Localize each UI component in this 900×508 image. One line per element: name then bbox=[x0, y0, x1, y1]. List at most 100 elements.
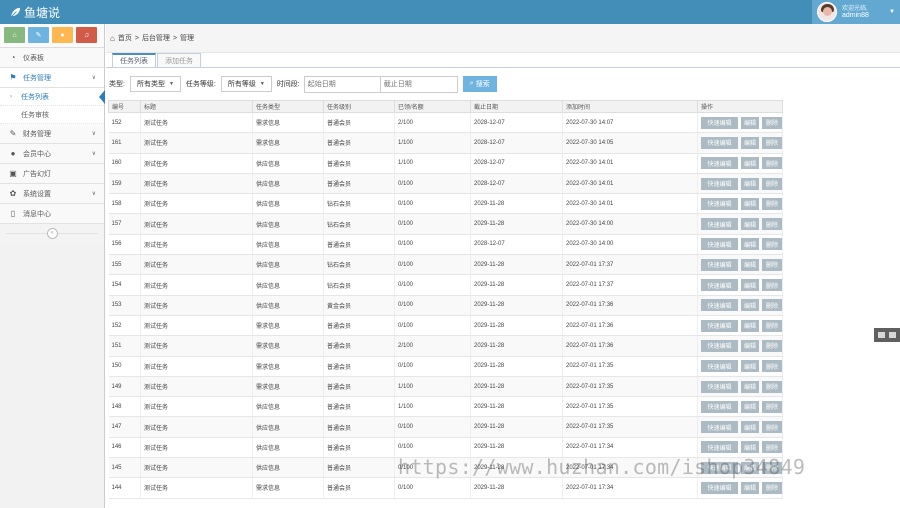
edit-button[interactable]: 编辑 bbox=[741, 400, 759, 413]
level-select[interactable]: 所有等级 ▼ bbox=[220, 76, 272, 92]
edit-button[interactable]: 编辑 bbox=[741, 421, 759, 434]
edit-button[interactable]: 编辑 bbox=[741, 136, 759, 149]
quick-edit-button[interactable]: 快速编辑 bbox=[701, 116, 738, 129]
delete-button[interactable]: 删除 bbox=[762, 360, 782, 373]
quick-edit-button[interactable]: 快速编辑 bbox=[701, 360, 738, 373]
edit-button[interactable]: 编辑 bbox=[741, 258, 759, 271]
delete-button[interactable]: 删除 bbox=[762, 258, 782, 271]
column-header[interactable]: 已领/名额 bbox=[394, 100, 471, 113]
edit-button[interactable]: 编辑 bbox=[741, 299, 759, 312]
user-menu[interactable]: 欢迎光临, admin88 ▼ bbox=[812, 0, 900, 24]
delete-button[interactable]: 删除 bbox=[762, 481, 782, 494]
edit-button[interactable]: 编辑 bbox=[741, 481, 759, 494]
quick-edit-button[interactable]: 快速编辑 bbox=[701, 481, 738, 494]
table-row: 157 测试任务 供应信息 钻石会员 0/100 2029-11-28 2022-07-30… bbox=[108, 213, 783, 235]
table-cell: 供应信息 bbox=[252, 173, 324, 195]
breadcrumb-level1[interactable]: 后台管理 bbox=[142, 33, 170, 43]
edit-button[interactable]: 编辑 bbox=[741, 238, 759, 251]
floating-side-tab[interactable] bbox=[874, 328, 900, 342]
delete-button[interactable]: 删除 bbox=[762, 197, 782, 210]
tab-task-list[interactable]: 任务列表 bbox=[112, 53, 156, 67]
delete-button[interactable]: 删除 bbox=[762, 380, 782, 393]
quick-edit-button[interactable]: 快速编辑 bbox=[701, 197, 738, 210]
bell-shortcut-button[interactable]: ♫ bbox=[76, 27, 97, 43]
table-row: 154 测试任务 供应信息 钻石会员 0/100 2029-11-28 2022-07-01… bbox=[108, 274, 783, 296]
sidebar-item-5[interactable]: ✿ 系统设置 ∨ bbox=[0, 184, 104, 204]
table-cell: 供应信息 bbox=[252, 153, 324, 174]
column-header[interactable]: 操作 bbox=[697, 100, 783, 113]
delete-button[interactable]: 删除 bbox=[762, 218, 782, 231]
quick-edit-button[interactable]: 快速编辑 bbox=[701, 258, 738, 271]
search-button-label: 搜索 bbox=[475, 81, 490, 88]
quick-edit-button[interactable]: 快速编辑 bbox=[701, 238, 738, 251]
delete-button[interactable]: 删除 bbox=[762, 400, 782, 413]
sidebar-collapse[interactable]: « bbox=[0, 224, 104, 242]
edit-button[interactable]: 编辑 bbox=[741, 319, 759, 332]
delete-button[interactable]: 删除 bbox=[762, 177, 782, 190]
sidebar-item-2[interactable]: ✎ 财务管理 ∨ bbox=[0, 124, 104, 144]
edit-button[interactable]: 编辑 bbox=[741, 197, 759, 210]
sidebar-item-3[interactable]: ● 会员中心 ∨ bbox=[0, 144, 104, 164]
edit-button[interactable]: 编辑 bbox=[741, 279, 759, 292]
users-shortcut-button[interactable]: ● bbox=[52, 27, 73, 43]
column-header[interactable]: 编号 bbox=[108, 100, 141, 113]
delete-button[interactable]: 删除 bbox=[762, 279, 782, 292]
sidebar-item-label: 系统设置 bbox=[23, 190, 51, 198]
quick-edit-button[interactable]: 快速编辑 bbox=[701, 339, 738, 352]
avatar bbox=[817, 2, 837, 22]
quick-edit-button[interactable]: 快速编辑 bbox=[701, 177, 738, 190]
tab-add-task[interactable]: 添加任务 bbox=[157, 53, 201, 67]
end-date-input[interactable] bbox=[379, 75, 458, 93]
sidebar-item-0[interactable]: ◔ 仪表板 bbox=[0, 48, 104, 68]
quick-edit-button[interactable]: 快速编辑 bbox=[701, 441, 738, 454]
edit-button[interactable]: 编辑 bbox=[741, 360, 759, 373]
edit-button[interactable]: 编辑 bbox=[741, 157, 759, 170]
delete-button[interactable]: 删除 bbox=[762, 136, 782, 149]
column-header[interactable]: 截止日期 bbox=[470, 100, 563, 113]
edit-button[interactable]: 编辑 bbox=[741, 441, 759, 454]
edit-button[interactable]: 编辑 bbox=[741, 177, 759, 190]
sidebar-item-6[interactable]: ▯ 消息中心 bbox=[0, 204, 104, 224]
column-header[interactable]: 标题 bbox=[140, 100, 253, 113]
column-header[interactable]: 任务级别 bbox=[323, 100, 395, 113]
quick-edit-button[interactable]: 快速编辑 bbox=[701, 421, 738, 434]
delete-button[interactable]: 删除 bbox=[762, 441, 782, 454]
quick-edit-button[interactable]: 快速编辑 bbox=[701, 380, 738, 393]
column-header[interactable]: 任务类型 bbox=[252, 100, 324, 113]
sidebar-subitem-0[interactable]: › 任务列表 bbox=[0, 88, 105, 106]
delete-button[interactable]: 删除 bbox=[762, 339, 782, 352]
table-cell: 2029-11-28 bbox=[470, 416, 563, 438]
delete-button[interactable]: 删除 bbox=[762, 299, 782, 312]
edit-button[interactable]: 编辑 bbox=[741, 116, 759, 129]
sidebar-subitem-label: 任务审核 bbox=[21, 111, 49, 119]
quick-edit-button[interactable]: 快速编辑 bbox=[701, 299, 738, 312]
home-shortcut-button[interactable]: ⌂ bbox=[4, 27, 25, 43]
search-button[interactable]: ⌕ 搜索 bbox=[462, 76, 497, 92]
delete-button[interactable]: 删除 bbox=[762, 238, 782, 251]
app-logo[interactable]: 鱼塘说 bbox=[10, 4, 60, 21]
quick-edit-button[interactable]: 快速编辑 bbox=[701, 157, 738, 170]
delete-button[interactable]: 删除 bbox=[762, 116, 782, 129]
start-date-input[interactable] bbox=[303, 75, 381, 93]
quick-edit-button[interactable]: 快速编辑 bbox=[701, 400, 738, 413]
breadcrumb-home[interactable]: 首页 bbox=[118, 33, 132, 43]
table-cell: 157 bbox=[108, 213, 141, 235]
double-chevron-left-icon[interactable]: « bbox=[46, 227, 58, 239]
edit-button[interactable]: 编辑 bbox=[741, 218, 759, 231]
quick-edit-button[interactable]: 快速编辑 bbox=[701, 319, 738, 332]
sidebar-item-4[interactable]: ▣ 广告幻灯 bbox=[0, 164, 104, 184]
breadcrumb-sep: > bbox=[134, 34, 139, 42]
edit-button[interactable]: 编辑 bbox=[741, 339, 759, 352]
edit-button[interactable]: 编辑 bbox=[741, 380, 759, 393]
column-header[interactable]: 添加时间 bbox=[562, 100, 698, 113]
pencil-shortcut-button[interactable]: ✎ bbox=[28, 27, 49, 43]
sidebar-item-1[interactable]: ⚑ 任务管理 ∨ bbox=[0, 68, 104, 88]
delete-button[interactable]: 删除 bbox=[762, 319, 782, 332]
quick-edit-button[interactable]: 快速编辑 bbox=[701, 136, 738, 149]
quick-edit-button[interactable]: 快速编辑 bbox=[701, 279, 738, 292]
delete-button[interactable]: 删除 bbox=[762, 157, 782, 170]
delete-button[interactable]: 删除 bbox=[762, 421, 782, 434]
quick-edit-button[interactable]: 快速编辑 bbox=[701, 218, 738, 231]
type-select[interactable]: 所有类型 ▼ bbox=[129, 76, 181, 92]
sidebar-subitem-1[interactable]: 任务审核 bbox=[0, 106, 104, 124]
